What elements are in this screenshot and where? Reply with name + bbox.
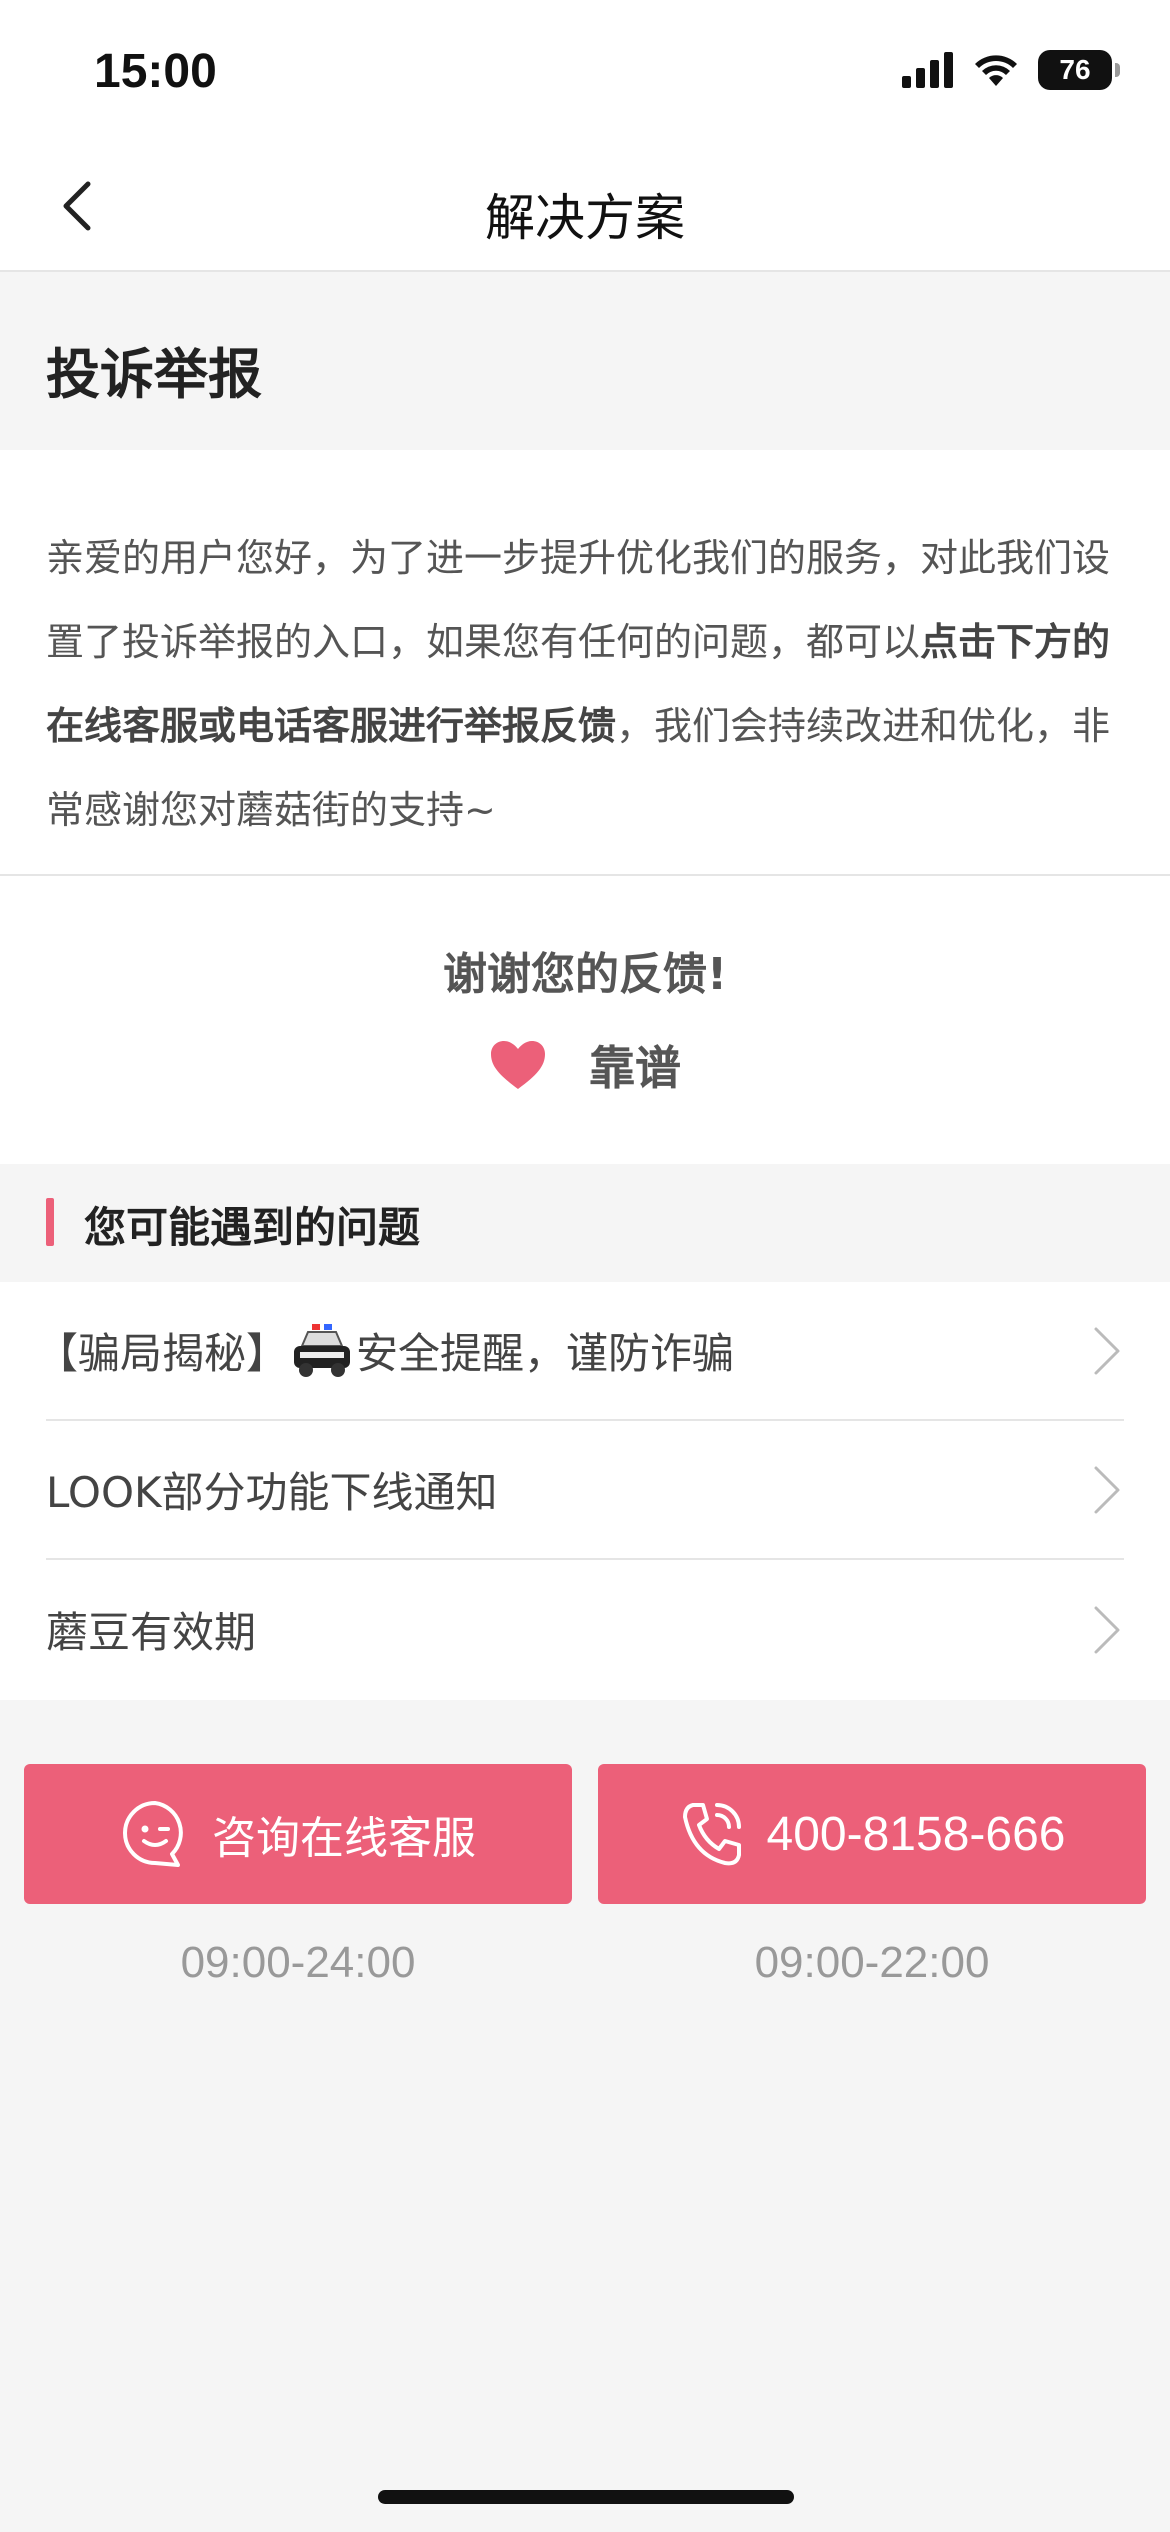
chevron-right-icon (1094, 1327, 1120, 1374)
online-service-label: 咨询在线客服 (212, 1813, 476, 1864)
section-title: 投诉举报 (46, 343, 262, 406)
problem-item-suffix: 安全提醒，谨防诈骗 (356, 1329, 735, 1378)
feedback-label: 靠谱 (589, 1041, 681, 1095)
phone-service-hours: 09:00-22:00 (754, 1938, 990, 1987)
phone-service-button[interactable]: 400-8158-666 (598, 1764, 1146, 1904)
problem-item-look[interactable]: LOOK部分功能下线通知 (46, 1421, 1124, 1560)
status-bar: 15:00 76 (0, 0, 1170, 140)
home-indicator[interactable] (378, 2490, 794, 2504)
feedback-panel: 谢谢您的反馈! 靠谱 (0, 876, 1170, 1164)
nav-bar: 解决方案 (0, 140, 1170, 272)
problem-item-modou[interactable]: 蘑豆有效期 (46, 1560, 1124, 1699)
heart-icon (491, 1041, 545, 1089)
problems-header: 您可能遇到的问题 (0, 1164, 1170, 1282)
accent-bar (46, 1198, 54, 1246)
description: 亲爱的用户您好，为了进一步提升优化我们的服务，对此我们设置了投诉举报的入口，如果… (0, 450, 1170, 876)
phone-number-label: 400-8158-666 (766, 1807, 1066, 1861)
problem-item-label: 蘑豆有效期 (46, 1608, 257, 1657)
signal-icon (902, 52, 953, 88)
online-service-hours: 09:00-24:00 (180, 1938, 416, 1987)
section-header: 投诉举报 (0, 272, 1170, 450)
online-service-button[interactable]: 咨询在线客服 (24, 1764, 572, 1904)
problem-item-label: LOOK部分功能下线通知 (46, 1468, 498, 1517)
battery-level: 76 (1059, 54, 1091, 85)
police-car-icon (294, 1323, 351, 1377)
status-icons: 76 (902, 50, 1120, 90)
chevron-right-icon (1094, 1466, 1120, 1513)
battery-icon: 76 (1038, 50, 1120, 90)
feedback-title: 谢谢您的反馈! (442, 949, 728, 1000)
problem-item-prefix: 【骗局揭秘】 (36, 1329, 289, 1378)
problems-title: 您可能遇到的问题 (84, 1203, 421, 1252)
phone-icon (682, 1803, 741, 1866)
problem-item-scam[interactable]: 【骗局揭秘】 安全提醒，谨防诈骗 (36, 1282, 1124, 1421)
page-title: 解决方案 (485, 189, 685, 247)
problem-list: 【骗局揭秘】 安全提醒，谨防诈骗 LOOK部分功能下线通知 蘑豆有效期 (0, 1282, 1170, 1700)
feedback-helpful-button[interactable]: 靠谱 (0, 1032, 1170, 1098)
wifi-icon (975, 55, 1017, 86)
status-time: 15:00 (94, 45, 217, 98)
problem-item-label: 【骗局揭秘】 安全提醒，谨防诈骗 (36, 1320, 735, 1381)
chevron-right-icon (1094, 1606, 1120, 1653)
chat-bubble-icon (123, 1801, 183, 1867)
